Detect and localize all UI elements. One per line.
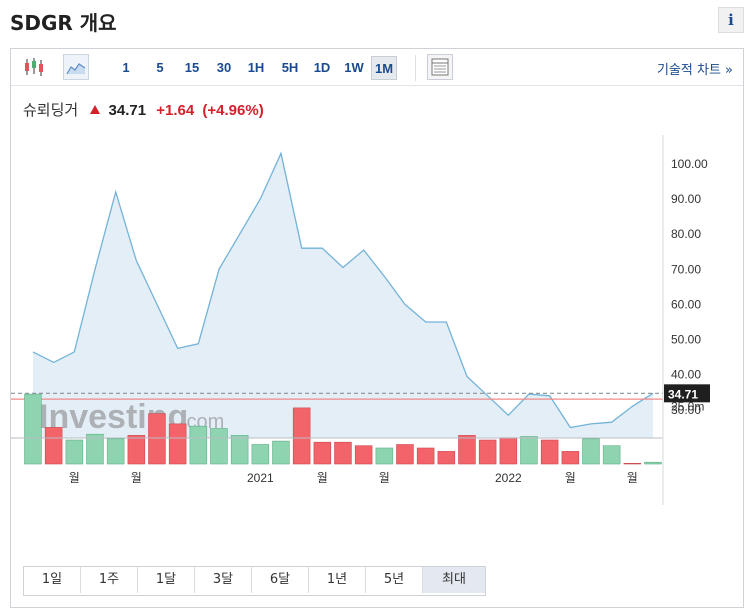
data-table-icon[interactable] <box>427 54 453 80</box>
range-button-1[interactable]: 1주 <box>81 567 138 593</box>
volume-bar <box>272 440 290 465</box>
range-button-0[interactable]: 1일 <box>24 567 81 593</box>
volume-bar <box>458 435 476 465</box>
range-button-5[interactable]: 1년 <box>309 567 366 593</box>
y-tick-label: 40.00 <box>671 368 701 382</box>
y-tick-label: 60.00 <box>671 297 701 311</box>
price-chart[interactable]: Investing .com 100.0090.0080.0070.0060.0… <box>11 135 743 535</box>
volume-bar <box>644 461 662 465</box>
toolbar-divider <box>415 55 416 81</box>
volume-bar <box>582 438 600 465</box>
info-button[interactable]: i <box>718 7 744 33</box>
range-button-3[interactable]: 3달 <box>195 567 252 593</box>
x-tick-label: 2022 <box>495 471 522 485</box>
volume-bar <box>396 444 414 465</box>
x-tick-label: 월 <box>379 471 390 485</box>
volume-bar <box>416 447 435 465</box>
stock-name: 슈뢰딩거 <box>23 101 79 119</box>
range-button-7[interactable]: 최대 <box>423 567 485 593</box>
volume-bar <box>478 439 497 465</box>
chart-toolbar: 1 5 15 30 1H 5H 1D 1W 1M 기술적 차트 » <box>11 49 743 86</box>
volume-bar <box>230 435 249 465</box>
price-change-percent: (+4.96%) <box>202 102 264 119</box>
y-tick-label: 80.00 <box>671 227 701 241</box>
interval-1h[interactable]: 1H <box>243 56 269 80</box>
interval-15[interactable]: 15 <box>179 56 205 80</box>
interval-1m[interactable]: 1M <box>371 56 397 80</box>
x-tick-label: 월 <box>627 471 638 485</box>
volume-bar <box>210 428 228 465</box>
volume-bar <box>334 441 352 465</box>
volume-bar <box>499 437 518 465</box>
y-tick-label: 70.00 <box>671 262 701 276</box>
area-chart-icon[interactable] <box>63 54 89 80</box>
volume-bar <box>65 439 84 465</box>
last-price: 34.71 <box>108 102 147 119</box>
volume-bar <box>189 425 208 465</box>
interval-30[interactable]: 30 <box>211 56 237 80</box>
volume-bar <box>313 441 332 465</box>
range-button-4[interactable]: 6달 <box>252 567 309 593</box>
x-tick-label: 2021 <box>247 471 274 485</box>
interval-1d[interactable]: 1D <box>309 56 335 80</box>
volume-bar <box>602 445 621 465</box>
volume-bar <box>127 435 146 465</box>
technical-chart-link[interactable]: 기술적 차트 » <box>657 59 733 78</box>
volume-bar <box>520 436 538 465</box>
volume-bar <box>292 407 311 465</box>
x-tick-label: 월 <box>69 471 80 485</box>
volume-bar <box>375 447 394 465</box>
range-button-2[interactable]: 1달 <box>138 567 195 593</box>
interval-5h[interactable]: 5H <box>277 56 303 80</box>
interval-1w[interactable]: 1W <box>341 56 367 80</box>
price-area <box>33 153 653 439</box>
volume-tick-label: 25.0m <box>671 400 704 414</box>
volume-bar <box>44 427 63 465</box>
volume-bar <box>86 433 104 465</box>
quote-header: 슈뢰딩거 34.71 +1.64 (+4.96%) <box>23 99 264 120</box>
interval-5[interactable]: 5 <box>147 56 173 80</box>
x-tick-label: 월 <box>565 471 576 485</box>
y-tick-label: 100.00 <box>671 157 708 171</box>
volume-bar <box>251 444 270 465</box>
range-button-6[interactable]: 5년 <box>366 567 423 593</box>
interval-1[interactable]: 1 <box>113 56 139 80</box>
volume-bar <box>168 423 187 465</box>
x-tick-label: 월 <box>131 471 142 485</box>
volume-bar <box>561 451 580 465</box>
volume-bar <box>623 462 642 465</box>
volume-bar <box>148 413 166 465</box>
candlestick-icon[interactable] <box>21 54 47 80</box>
up-arrow-icon <box>90 105 101 114</box>
chart-panel: 1 5 15 30 1H 5H 1D 1W 1M 기술적 차트 » 슈뢰딩거 34.71 +1.… <box>10 48 744 608</box>
volume-bar <box>106 438 125 465</box>
volume-bar <box>24 393 42 465</box>
volume-bar <box>437 451 456 465</box>
price-change: +1.64 <box>156 102 195 119</box>
y-tick-label: 50.00 <box>671 333 701 347</box>
range-selector: 1일 1주 1달 3달 6달 1년 5년 최대 <box>23 566 486 596</box>
page-title: SDGR 개요 <box>10 11 117 35</box>
y-tick-label: 90.00 <box>671 192 701 206</box>
x-tick-label: 월 <box>317 471 328 485</box>
volume-bar <box>354 445 373 465</box>
volume-bar <box>540 439 559 465</box>
